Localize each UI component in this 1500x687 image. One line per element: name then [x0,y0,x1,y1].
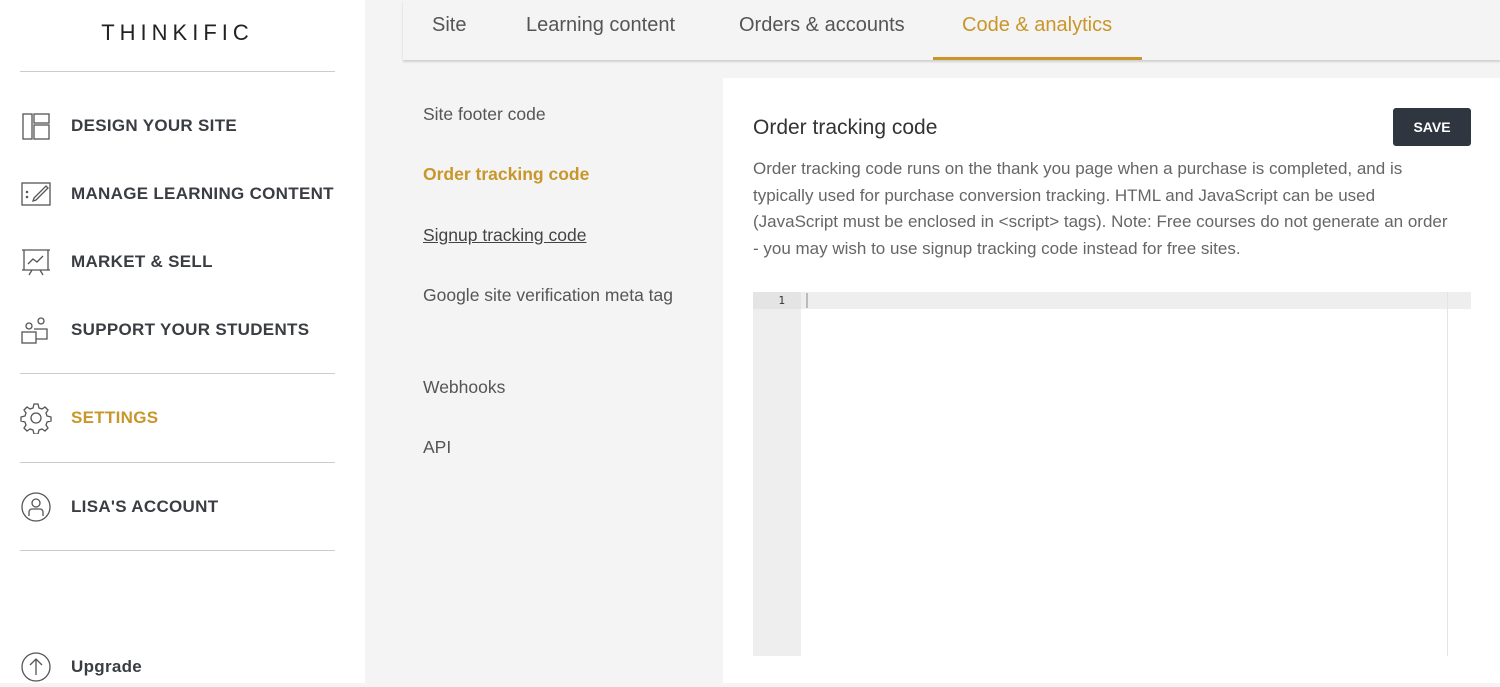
tab-code-analytics[interactable]: Code & analytics [933,0,1142,60]
divider [20,550,335,551]
subnav-signup-tracking-code[interactable]: Signup tracking code [423,219,673,251]
description: Order tracking code runs on the thank yo… [753,159,1448,258]
sidebar-item-market-sell[interactable]: MARKET & SELL [20,242,213,282]
gear-icon [20,403,52,434]
divider [20,373,335,374]
content-card: Order tracking code SAVE Order tracking … [723,78,1500,683]
tab-learning-content[interactable]: Learning content [497,0,704,60]
tab-site[interactable]: Site [403,0,495,60]
text-cursor [806,293,808,308]
edit-board-icon [21,182,51,206]
active-line[interactable] [801,292,1471,309]
divider [20,462,335,463]
user-circle-icon [21,492,51,522]
subnav-google-site-verification[interactable]: Google site verification meta tag [423,279,673,311]
page-title: Order tracking code [753,116,938,139]
sidebar-item-settings[interactable]: SETTINGS [20,398,158,438]
sidebar-item-manage-learning-content[interactable]: MANAGE LEARNING CONTENT [20,174,334,214]
subnav-webhooks[interactable]: Webhooks [423,371,673,403]
code-editor[interactable]: 1 [753,292,1471,656]
sidebar-item-design-your-site[interactable]: DESIGN YOUR SITE [20,106,237,146]
line-gutter [753,292,801,656]
subnav-api[interactable]: API [423,431,673,463]
editor-margin [1447,292,1448,656]
sidebar-item-upgrade[interactable]: Upgrade [20,647,142,687]
save-button[interactable]: SAVE [1393,108,1471,146]
layout-icon [22,113,50,140]
subnav-order-tracking-code[interactable]: Order tracking code [423,158,673,190]
sidebar-item-support-your-students[interactable]: SUPPORT YOUR STUDENTS [20,310,309,350]
divider [20,71,335,72]
sidebar-item-account[interactable]: LISA'S ACCOUNT [20,487,218,527]
tab-orders-accounts[interactable]: Orders & accounts [710,0,934,60]
top-tabs: Site Learning content Orders & accounts … [403,0,1500,60]
arrow-up-circle-icon [21,652,51,682]
line-number: 1 [753,292,801,309]
thinkific-logo[interactable]: THINKIFIC [0,20,355,46]
sidebar: THINKIFIC DESIGN YOUR SITE MANAGE LEARNI… [0,0,365,683]
presentation-chart-icon [22,249,50,276]
subnav-site-footer-code[interactable]: Site footer code [423,98,673,130]
students-icon [21,317,48,344]
